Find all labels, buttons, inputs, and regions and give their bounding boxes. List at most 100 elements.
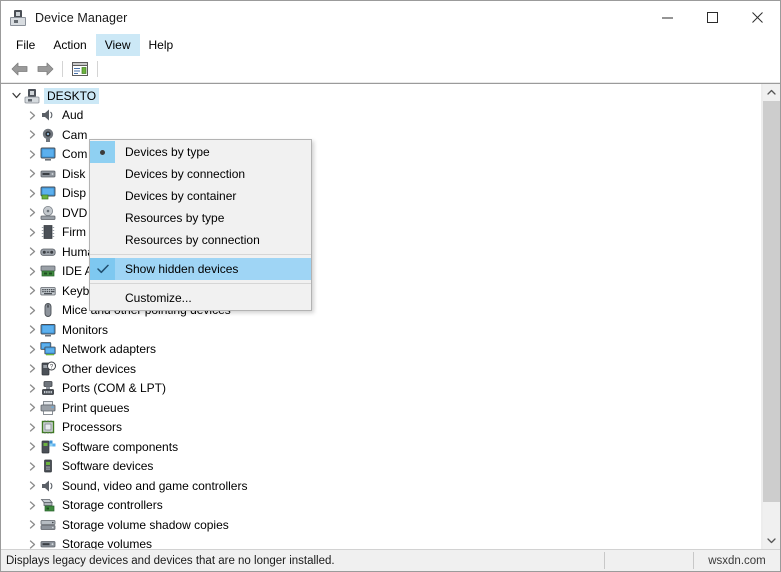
tree-item-ports[interactable]: Ports (COM & LPT) (1, 379, 761, 399)
tree-item-label: Monitors (62, 322, 109, 337)
menu-item-label: Show hidden devices (125, 262, 239, 276)
tree-root-item[interactable]: DESKTO (1, 86, 761, 106)
chevron-right-icon[interactable] (25, 267, 40, 276)
menu-mark-empty (90, 163, 115, 185)
chevron-right-icon[interactable] (25, 501, 40, 510)
software-device-icon (40, 458, 57, 474)
menu-view[interactable]: View (95, 34, 140, 56)
properties-button[interactable] (67, 58, 93, 80)
tree-item-label: Storage volumes (62, 537, 153, 549)
toolbar-separator-2 (97, 61, 98, 77)
tree-item-storage-volumes[interactable]: Storage volumes (1, 535, 761, 549)
menu-item-label: Resources by connection (125, 233, 260, 247)
back-button[interactable] (6, 58, 32, 80)
chevron-right-icon[interactable] (25, 325, 40, 334)
menu-item-label: Resources by type (125, 211, 225, 225)
tree-item-processors[interactable]: Processors (1, 418, 761, 438)
menu-item-customize[interactable]: Customize... (90, 287, 311, 309)
chevron-right-icon[interactable] (25, 423, 40, 432)
forward-button[interactable] (32, 58, 58, 80)
chevron-right-icon[interactable] (25, 247, 40, 256)
close-button[interactable] (735, 1, 780, 34)
dvd-drive-icon (40, 205, 57, 221)
chevron-right-icon[interactable] (25, 520, 40, 529)
tree-item-print-queues[interactable]: Print queues (1, 398, 761, 418)
chevron-right-icon[interactable] (25, 189, 40, 198)
tree-item-audio[interactable]: Aud (1, 106, 761, 126)
chevron-right-icon[interactable] (25, 462, 40, 471)
maximize-button[interactable] (690, 1, 735, 34)
scrollbar-thumb[interactable] (763, 101, 780, 502)
scrollbar-track[interactable] (763, 101, 780, 532)
chevron-right-icon[interactable] (25, 403, 40, 412)
back-arrow-icon (11, 62, 27, 76)
chevron-right-icon[interactable] (25, 442, 40, 451)
tree-item-label: Storage volume shadow copies (62, 517, 229, 532)
storage-controller-icon (40, 497, 57, 513)
tree-item-storage-controllers[interactable]: Storage controllers (1, 496, 761, 516)
chevron-right-icon[interactable] (25, 345, 40, 354)
menu-bar: File Action View Help (1, 34, 780, 56)
tree-item-label: Network adapters (62, 342, 157, 357)
menu-item-show-hidden-devices[interactable]: Show hidden devices (90, 258, 311, 280)
tree-item-other-devices[interactable]: ? Other devices (1, 359, 761, 379)
menu-item-label: Customize... (125, 291, 192, 305)
menu-separator (90, 254, 311, 255)
tree-item-label: Software devices (62, 459, 154, 474)
tree-item-label: Firm (62, 225, 86, 240)
content-area: DESKTO Aud Cam Com Disk Disp DVD Firm Hu… (1, 83, 780, 549)
hid-icon (40, 244, 57, 260)
menu-action[interactable]: Action (44, 34, 95, 56)
window-controls (645, 1, 780, 34)
menu-separator (90, 283, 311, 284)
chevron-right-icon[interactable] (25, 130, 40, 139)
chevron-right-icon[interactable] (25, 228, 40, 237)
network-adapter-icon (40, 341, 57, 357)
scroll-up-icon (767, 89, 776, 95)
tree-item-label: DVD (62, 205, 88, 220)
chevron-right-icon[interactable] (25, 150, 40, 159)
device-manager-icon (10, 9, 26, 26)
vertical-scrollbar[interactable] (762, 84, 780, 549)
audio-speaker-icon (40, 478, 57, 494)
tree-item-storage-volume-shadow-copies[interactable]: Storage volume shadow copies (1, 515, 761, 535)
chevron-right-icon[interactable] (25, 481, 40, 490)
display-adapter-icon (40, 185, 57, 201)
toolbar (1, 56, 780, 83)
chevron-right-icon[interactable] (25, 169, 40, 178)
menu-file[interactable]: File (7, 34, 44, 56)
chevron-right-icon[interactable] (25, 384, 40, 393)
tree-item-network-adapters[interactable]: Network adapters (1, 340, 761, 360)
monitor-icon (40, 322, 57, 338)
menu-item-devices-by-type[interactable]: Devices by type (90, 141, 311, 163)
radio-selected-icon (90, 141, 115, 163)
chevron-right-icon[interactable] (25, 540, 40, 549)
menu-item-devices-by-container[interactable]: Devices by container (90, 185, 311, 207)
keyboard-icon (40, 283, 57, 299)
tree-item-label: Other devices (62, 361, 137, 376)
chevron-right-icon[interactable] (25, 208, 40, 217)
menu-item-devices-by-connection[interactable]: Devices by connection (90, 163, 311, 185)
menu-item-resources-by-type[interactable]: Resources by type (90, 207, 311, 229)
menu-item-label: Devices by type (125, 145, 210, 159)
chevron-right-icon[interactable] (25, 111, 40, 120)
chevron-down-icon[interactable] (9, 91, 24, 100)
chevron-right-icon[interactable] (25, 364, 40, 373)
minimize-button[interactable] (645, 1, 690, 34)
tree-item-software-devices[interactable]: Software devices (1, 457, 761, 477)
tree-item-monitors[interactable]: Monitors (1, 320, 761, 340)
menu-help[interactable]: Help (140, 34, 183, 56)
menu-item-resources-by-connection[interactable]: Resources by connection (90, 229, 311, 251)
monitor-icon (40, 146, 57, 162)
properties-window-icon (72, 62, 88, 76)
chevron-right-icon[interactable] (25, 286, 40, 295)
watermark: wsxdn.com (708, 554, 766, 567)
tree-item-sound-video-game[interactable]: Sound, video and game controllers (1, 476, 761, 496)
tree-item-software-components[interactable]: Software components (1, 437, 761, 457)
view-dropdown-menu[interactable]: Devices by type Devices by connection De… (89, 139, 312, 311)
status-middle-panel (605, 550, 693, 571)
scroll-up-button[interactable] (763, 84, 780, 101)
menu-mark-empty (90, 185, 115, 207)
scroll-down-button[interactable] (763, 532, 780, 549)
chevron-right-icon[interactable] (25, 306, 40, 315)
